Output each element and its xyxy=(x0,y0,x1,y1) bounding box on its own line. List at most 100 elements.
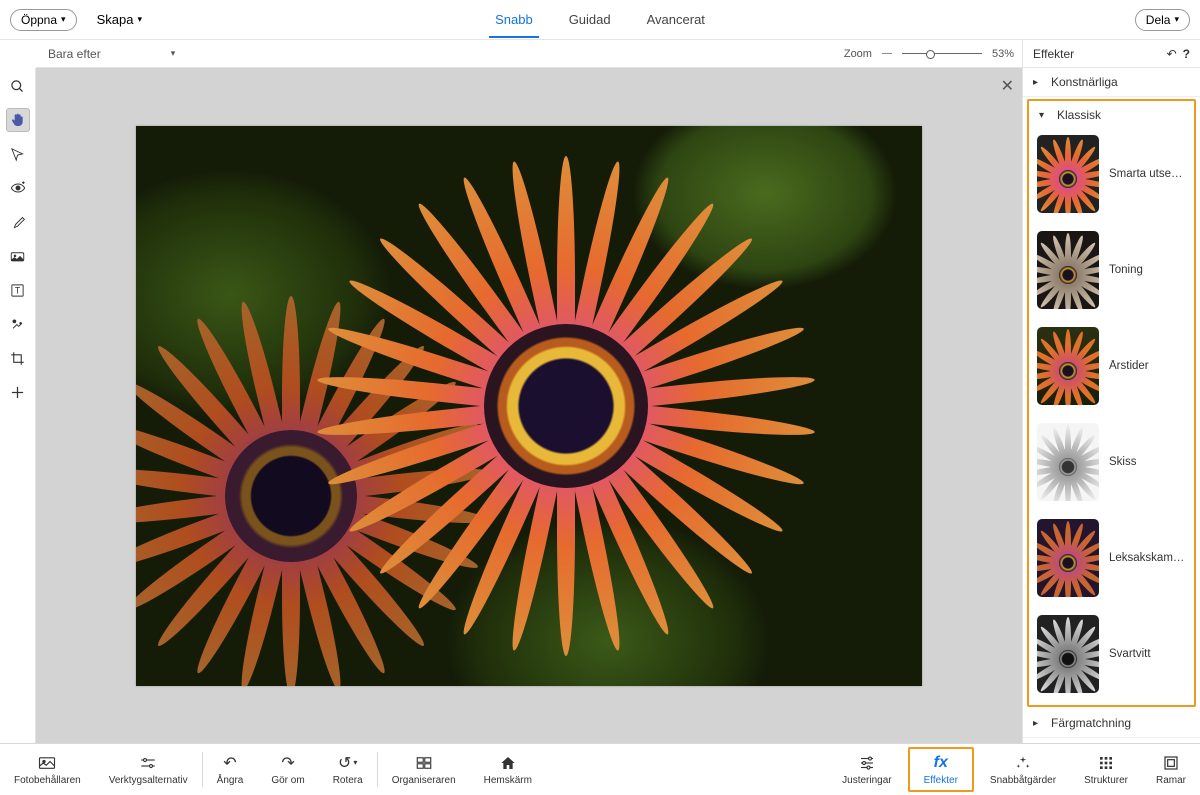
chevron-down-icon: ▾ xyxy=(171,48,176,59)
text-tool[interactable]: T xyxy=(6,278,30,302)
secondary-bar: Bara efter ▾ Zoom — 53% Effekter ↶ ? xyxy=(36,40,1200,68)
accordion-color-match[interactable]: ▸Färgmatchning xyxy=(1023,709,1200,738)
help-icon[interactable]: ? xyxy=(1183,47,1190,61)
bb-label: Verktygsalternativ xyxy=(109,775,188,786)
chevron-down-icon: ▾ xyxy=(61,14,66,25)
canvas-area: ✕ xyxy=(36,68,1022,743)
home-icon xyxy=(500,754,516,772)
mode-tabs: Snabb Guidad Avancerat xyxy=(489,2,711,37)
top-bar: Öppna ▾ Skapa ▾ Snabb Guidad Avancerat D… xyxy=(0,0,1200,40)
zoom-control: Zoom — 53% xyxy=(844,48,1022,60)
open-button[interactable]: Öppna ▾ xyxy=(10,9,77,31)
panel-header: Effekter ↶ ? xyxy=(1022,40,1200,67)
close-document-icon[interactable]: ✕ xyxy=(1001,76,1014,96)
tab-quick[interactable]: Snabb xyxy=(489,2,539,37)
organizer-button[interactable]: Organiseraren xyxy=(378,744,470,795)
spot-heal-tool[interactable] xyxy=(6,312,30,336)
effect-thumb xyxy=(1037,423,1099,501)
hand-tool[interactable] xyxy=(6,108,30,132)
frame-icon xyxy=(1163,754,1179,772)
move-tool[interactable] xyxy=(6,380,30,404)
classic-effects-list: Smarta utseen… Toning Årstider Skiss xyxy=(1029,129,1194,695)
effect-seasons[interactable]: Årstider xyxy=(1037,327,1186,405)
effects-panel: ▸ Konstnärliga ▾ Klassisk Smarta utseen… T… xyxy=(1022,68,1200,743)
share-label: Dela xyxy=(1146,13,1171,27)
accordion-classic[interactable]: ▾ Klassisk xyxy=(1029,101,1194,129)
adjustments-button[interactable]: Justeringar xyxy=(828,744,905,795)
frames-button[interactable]: Ramar xyxy=(1142,744,1200,795)
zoom-tool[interactable] xyxy=(6,74,30,98)
undo-button[interactable]: ↶ Ångra xyxy=(203,744,258,795)
photo-bin-icon xyxy=(38,754,56,772)
effect-smart-looks[interactable]: Smarta utseen… xyxy=(1037,135,1186,213)
bb-label: Strukturer xyxy=(1084,775,1128,786)
accordion-classic-label: Klassisk xyxy=(1057,108,1101,122)
effect-thumb xyxy=(1037,231,1099,309)
sliders-icon xyxy=(139,754,157,772)
tool-options-button[interactable]: Verktygsalternativ xyxy=(95,744,202,795)
adjustments-icon xyxy=(858,754,876,772)
undo-icon[interactable]: ↶ xyxy=(1167,47,1177,61)
redo-button[interactable]: ↷ Gör om xyxy=(257,744,318,795)
effect-sketch[interactable]: Skiss xyxy=(1037,423,1186,501)
create-label: Skapa xyxy=(97,12,134,27)
fx-icon: fx xyxy=(934,754,948,772)
rotate-button[interactable]: ↺▾ Rotera xyxy=(319,744,377,795)
effect-label: Svartvitt xyxy=(1109,648,1151,660)
main-row: T ✕ ▸ Konstnärliga ▾ Klassisk Smarta utsee… xyxy=(0,68,1200,743)
textures-button[interactable]: Strukturer xyxy=(1070,744,1142,795)
bb-label: Hemskärm xyxy=(484,775,532,786)
organizer-icon xyxy=(415,754,433,772)
bb-label: Snabbåtgärder xyxy=(990,775,1056,786)
document-image[interactable] xyxy=(136,126,922,686)
grid-icon xyxy=(1098,754,1114,772)
zoom-out-icon[interactable]: — xyxy=(882,48,892,59)
effect-toning[interactable]: Toning xyxy=(1037,231,1186,309)
chevron-down-icon: ▾ xyxy=(1174,14,1179,25)
effect-label: Leksakskamera xyxy=(1109,552,1186,564)
redeye-tool[interactable] xyxy=(6,176,30,200)
chevron-down-icon: ▾ xyxy=(1039,110,1049,121)
zoom-label: Zoom xyxy=(844,48,872,60)
tab-guided[interactable]: Guidad xyxy=(563,2,617,37)
effect-label: Toning xyxy=(1109,264,1143,276)
chevron-down-icon: ▾ xyxy=(137,14,142,25)
crop-tool[interactable] xyxy=(6,346,30,370)
effect-label: Årstider xyxy=(1109,360,1149,372)
accordion-artistic-label: Konstnärliga xyxy=(1051,75,1118,89)
stamp-tool[interactable] xyxy=(6,244,30,268)
bb-label: Ramar xyxy=(1156,775,1186,786)
zoom-value: 53% xyxy=(992,48,1014,60)
rotate-icon: ↺▾ xyxy=(338,754,357,772)
bottom-bar: Fotobehållaren Verktygsalternativ ↶ Ångr… xyxy=(0,743,1200,795)
bb-label: Justeringar xyxy=(842,775,891,786)
effect-label: Smarta utseen… xyxy=(1109,168,1186,180)
bb-label: Ångra xyxy=(217,775,244,786)
view-selector[interactable]: Bara efter ▾ xyxy=(36,47,187,61)
home-button[interactable]: Hemskärm xyxy=(470,744,546,795)
effect-thumb xyxy=(1037,519,1099,597)
accordion-artistic[interactable]: ▸ Konstnärliga xyxy=(1023,68,1200,97)
tab-advanced[interactable]: Avancerat xyxy=(641,2,711,37)
bb-label: Effekter xyxy=(924,775,958,786)
bb-label: Rotera xyxy=(333,775,363,786)
chevron-right-icon: ▸ xyxy=(1033,718,1043,729)
redo-icon: ↷ xyxy=(281,754,294,772)
zoom-slider[interactable] xyxy=(902,53,982,54)
svg-text:T: T xyxy=(15,285,21,295)
photo-bin-button[interactable]: Fotobehållaren xyxy=(0,744,95,795)
quick-actions-button[interactable]: Snabbåtgärder xyxy=(976,744,1070,795)
effect-thumb xyxy=(1037,615,1099,693)
effect-thumb xyxy=(1037,135,1099,213)
sparkle-icon xyxy=(1015,754,1031,772)
quick-select-tool[interactable] xyxy=(6,142,30,166)
effect-toy-camera[interactable]: Leksakskamera xyxy=(1037,519,1186,597)
tool-strip: T xyxy=(0,68,36,743)
share-button[interactable]: Dela ▾ xyxy=(1135,9,1190,31)
effects-button[interactable]: fx Effekter xyxy=(908,747,974,792)
chevron-right-icon: ▸ xyxy=(1033,77,1043,88)
effect-black-white[interactable]: Svartvitt xyxy=(1037,615,1186,693)
undo-icon: ↶ xyxy=(223,754,236,772)
create-button[interactable]: Skapa ▾ xyxy=(89,6,150,33)
brush-tool[interactable] xyxy=(6,210,30,234)
